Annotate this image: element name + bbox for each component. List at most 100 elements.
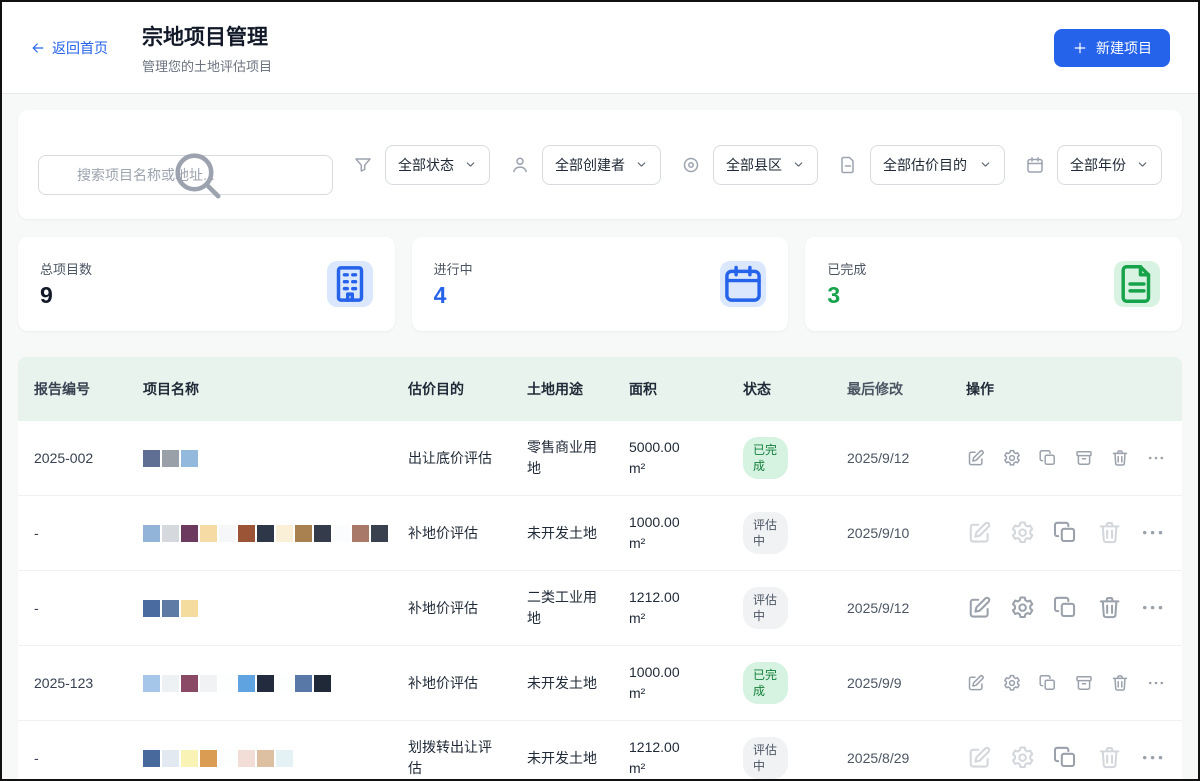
redacted-name-block xyxy=(314,675,331,692)
report-number: - xyxy=(34,748,119,769)
area: 1212.00m² xyxy=(629,587,719,629)
project-name[interactable] xyxy=(143,525,384,542)
more-action-button[interactable] xyxy=(1139,594,1166,621)
page-subtitle: 管理您的土地评估项目 xyxy=(142,56,272,75)
table-body: 2025-002 出让底价评估 零售商业用地 5000.00m² 已完成 202… xyxy=(18,421,1182,781)
redacted-name-block xyxy=(238,525,255,542)
archive-action-button[interactable] xyxy=(1074,673,1094,693)
column-header-4: 面积 xyxy=(629,379,719,400)
more-action-button[interactable] xyxy=(1146,673,1166,693)
more-action-button[interactable] xyxy=(1139,519,1166,546)
copy-action-button[interactable] xyxy=(1038,448,1058,468)
table-row: - 补地价评估 二类工业用地 1212.00m² 评估中 2025/9/12 xyxy=(18,571,1182,646)
edit-action-button[interactable] xyxy=(966,673,986,693)
calendar-icon xyxy=(720,261,766,307)
redacted-name-block xyxy=(200,675,217,692)
gear-action-button[interactable] xyxy=(1002,448,1022,468)
edit-action-button[interactable] xyxy=(966,448,986,468)
project-name[interactable] xyxy=(143,750,384,767)
page-title: 宗地项目管理 xyxy=(142,21,272,51)
actions-cell xyxy=(966,744,1166,771)
area: 5000.00m² xyxy=(629,437,719,479)
gear-action-button[interactable] xyxy=(1009,744,1036,771)
column-header-2: 估价目的 xyxy=(408,379,503,400)
filter-select-0[interactable]: 全部状态 xyxy=(385,145,490,185)
land-use: 未开发土地 xyxy=(527,523,605,544)
file-text-icon xyxy=(1114,261,1160,307)
header-titles: 宗地项目管理 管理您的土地评估项目 xyxy=(142,21,272,75)
back-home-label: 返回首页 xyxy=(52,38,108,58)
filter-select-3[interactable]: 全部估价目的 xyxy=(870,145,1005,185)
redacted-name-block xyxy=(181,675,198,692)
stat-card-2: 已完成 3 xyxy=(805,237,1182,331)
project-name[interactable] xyxy=(143,600,384,617)
stat-value: 9 xyxy=(40,282,92,309)
status-cell: 已完成 xyxy=(743,437,823,479)
redacted-name-block xyxy=(219,525,236,542)
stat-label: 已完成 xyxy=(827,259,866,278)
stat-card-0: 总项目数 9 xyxy=(18,237,395,331)
filter-select-1[interactable]: 全部创建者 xyxy=(542,145,661,185)
new-project-button[interactable]: 新建项目 xyxy=(1054,29,1170,67)
land-use: 零售商业用地 xyxy=(527,437,605,479)
back-home-link[interactable]: 返回首页 xyxy=(30,38,108,58)
more-action-button[interactable] xyxy=(1146,448,1166,468)
trash-action-button[interactable] xyxy=(1110,673,1130,693)
redacted-name-block xyxy=(257,525,274,542)
redacted-name-block xyxy=(143,750,160,767)
more-action-button[interactable] xyxy=(1139,744,1166,771)
redacted-name-block xyxy=(143,675,160,692)
location-icon xyxy=(681,155,701,175)
column-header-0: 报告编号 xyxy=(34,379,119,400)
trash-action-button[interactable] xyxy=(1096,519,1123,546)
redacted-name-block xyxy=(219,750,236,767)
column-header-7: 操作 xyxy=(966,379,1166,400)
redacted-name-block xyxy=(276,750,293,767)
filter-select-value: 全部状态 xyxy=(398,155,454,175)
building-icon xyxy=(327,261,373,307)
redacted-name-block xyxy=(181,750,198,767)
appraisal-purpose: 出让底价评估 xyxy=(408,448,503,469)
last-modified: 2025/9/12 xyxy=(847,448,942,469)
archive-action-button[interactable] xyxy=(1074,448,1094,468)
chevron-down-icon xyxy=(1136,158,1149,171)
area: 1000.00m² xyxy=(629,512,719,554)
gear-action-button[interactable] xyxy=(1009,594,1036,621)
filter-select-value: 全部年份 xyxy=(1070,155,1126,175)
edit-action-button[interactable] xyxy=(966,744,993,771)
stat-value: 3 xyxy=(827,282,866,309)
gear-action-button[interactable] xyxy=(1009,519,1036,546)
status-cell: 评估中 xyxy=(743,587,823,629)
stat-label: 总项目数 xyxy=(40,259,92,278)
report-number: - xyxy=(34,523,119,544)
copy-action-button[interactable] xyxy=(1052,519,1079,546)
redacted-name-block xyxy=(162,675,179,692)
search-icon xyxy=(38,134,54,150)
copy-action-button[interactable] xyxy=(1052,744,1079,771)
filter-select-value: 全部县区 xyxy=(726,155,782,175)
edit-action-button[interactable] xyxy=(966,594,993,621)
chevron-down-icon xyxy=(792,158,805,171)
redacted-name-block xyxy=(371,525,388,542)
redacted-name-block xyxy=(276,525,293,542)
plus-icon xyxy=(1072,40,1088,56)
copy-action-button[interactable] xyxy=(1038,673,1058,693)
filter-select-2[interactable]: 全部县区 xyxy=(713,145,818,185)
trash-action-button[interactable] xyxy=(1110,448,1130,468)
trash-action-button[interactable] xyxy=(1096,744,1123,771)
redacted-name-block xyxy=(200,525,217,542)
redacted-name-block xyxy=(295,675,312,692)
status-badge: 已完成 xyxy=(743,437,788,479)
stats-row: 总项目数 9 进行中 4 已完成 3 xyxy=(18,237,1182,331)
filter-select-4[interactable]: 全部年份 xyxy=(1057,145,1162,185)
edit-action-button[interactable] xyxy=(966,519,993,546)
redacted-name-block xyxy=(257,675,274,692)
trash-action-button[interactable] xyxy=(1096,594,1123,621)
copy-action-button[interactable] xyxy=(1052,594,1079,621)
redacted-name-block xyxy=(181,525,198,542)
calendar-icon xyxy=(1025,155,1045,175)
actions-cell xyxy=(966,673,1166,693)
project-name[interactable] xyxy=(143,450,384,467)
project-name[interactable] xyxy=(143,675,384,692)
gear-action-button[interactable] xyxy=(1002,673,1022,693)
